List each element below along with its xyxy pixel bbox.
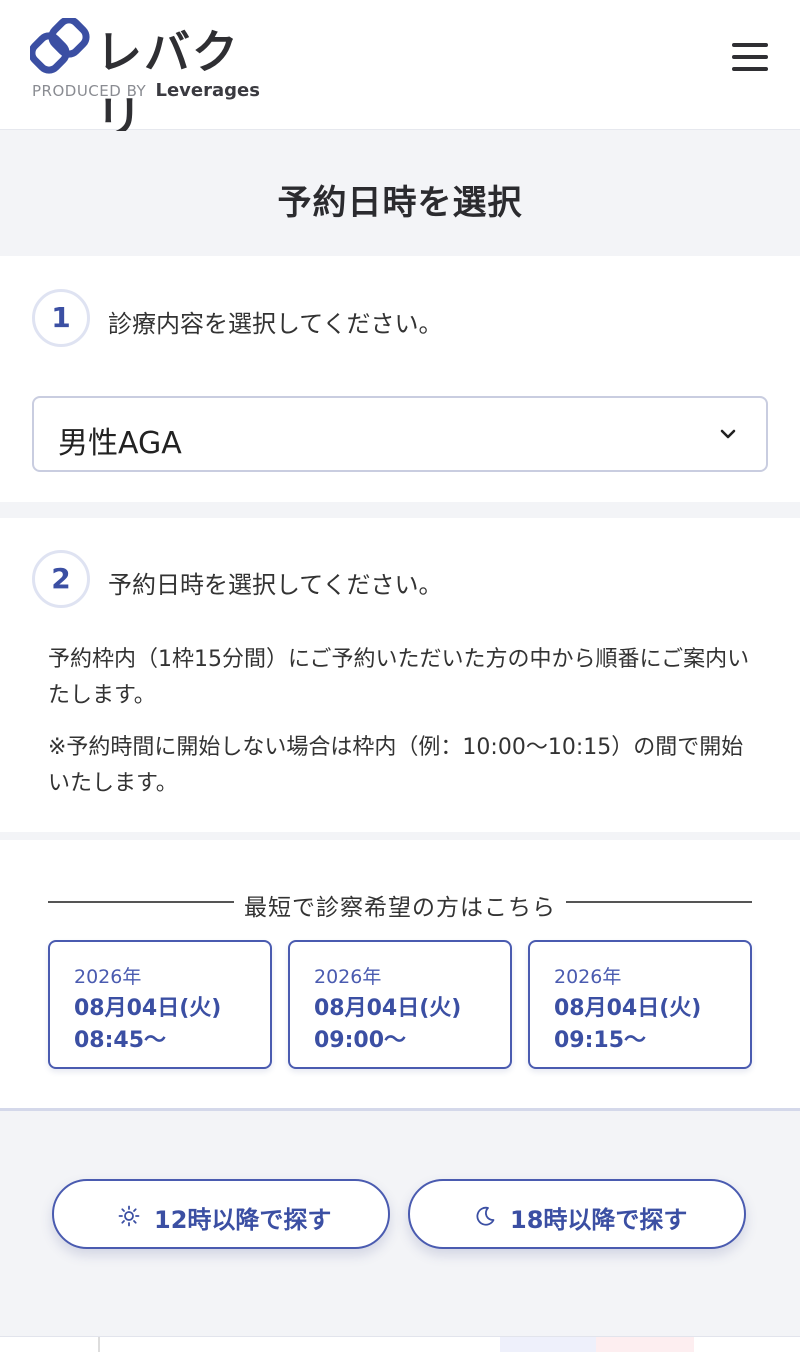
slot-time: 08:45〜	[74, 1028, 167, 1053]
logo-sub-brand: Leverages	[155, 80, 260, 101]
logo-subtitle: PRODUCED BY Leverages	[32, 80, 260, 101]
time-slot-card[interactable]: 2026年 08月04日(火) 09:15〜	[528, 940, 752, 1069]
slot-date: 08月04日(火)	[74, 996, 222, 1021]
sun-icon	[118, 1205, 140, 1227]
notice-reservation-order: 予約枠内（1枠15分間）にご予約いただいた方の中から順番にご案内いたします。	[48, 647, 750, 708]
footer-segment	[0, 1337, 100, 1352]
logo[interactable]: レバクリ PRODUCED BY Leverages	[30, 18, 260, 145]
logo-sub-prefix: PRODUCED BY	[32, 82, 147, 100]
divider-right	[566, 901, 752, 903]
quick-slots-heading-text: 最短で診察希望の方はこちら	[244, 895, 556, 921]
notice-start-time: ※予約時間に開始しない場合は枠内（例：10:00〜10:15）の間で開始いたしま…	[48, 735, 744, 796]
site-header: レバクリ PRODUCED BY Leverages	[0, 0, 800, 145]
time-slot-card[interactable]: 2026年 08月04日(火) 09:00〜	[288, 940, 512, 1069]
footer-strip	[0, 1336, 800, 1352]
title-band: 予約日時を選択	[0, 131, 800, 255]
quick-slots-card: 最短で診察希望の方はこちら 2026年 08月04日(火) 08:45〜 202…	[0, 840, 800, 1108]
page-title: 予約日時を選択	[277, 183, 523, 223]
slot-year: 2026年	[314, 966, 382, 988]
moon-icon	[476, 1206, 495, 1226]
step1-number: 1	[32, 289, 90, 347]
step1-label: 診療内容を選択してください。	[108, 310, 443, 338]
slot-year: 2026年	[554, 966, 622, 988]
slot-time: 09:15〜	[554, 1028, 647, 1053]
slot-time: 09:00〜	[314, 1028, 407, 1053]
step2-card: 2 予約日時を選択してください。 予約枠内（1枠15分間）にご予約いただいた方の…	[0, 518, 800, 832]
footer-segment	[500, 1337, 596, 1352]
footer-segment	[596, 1337, 694, 1352]
step1-card: 1 診療内容を選択してください。 男性AGA	[0, 256, 800, 502]
logo-mark-icon	[30, 18, 90, 74]
step2-number: 2	[32, 550, 90, 608]
evening-search-label: 18時以降で探す	[510, 1206, 688, 1234]
time-filter-area: 12時以降で探す 18時以降で探す	[0, 1108, 800, 1338]
chevron-down-icon	[720, 429, 736, 439]
afternoon-search-label: 12時以降で探す	[154, 1206, 332, 1234]
time-slot-card[interactable]: 2026年 08月04日(火) 08:45〜	[48, 940, 272, 1069]
hamburger-menu-icon[interactable]	[728, 40, 772, 74]
slot-date: 08月04日(火)	[554, 996, 702, 1021]
quick-slots-heading: 最短で診察希望の方はこちら	[48, 888, 752, 921]
treatment-select[interactable]: 男性AGA	[32, 396, 768, 472]
afternoon-search-button[interactable]: 12時以降で探す	[52, 1179, 390, 1249]
slot-year: 2026年	[74, 966, 142, 988]
evening-search-button[interactable]: 18時以降で探す	[408, 1179, 746, 1249]
slot-date: 08月04日(火)	[314, 996, 462, 1021]
treatment-select-value: 男性AGA	[58, 426, 182, 461]
step2-label: 予約日時を選択してください。	[108, 571, 443, 599]
